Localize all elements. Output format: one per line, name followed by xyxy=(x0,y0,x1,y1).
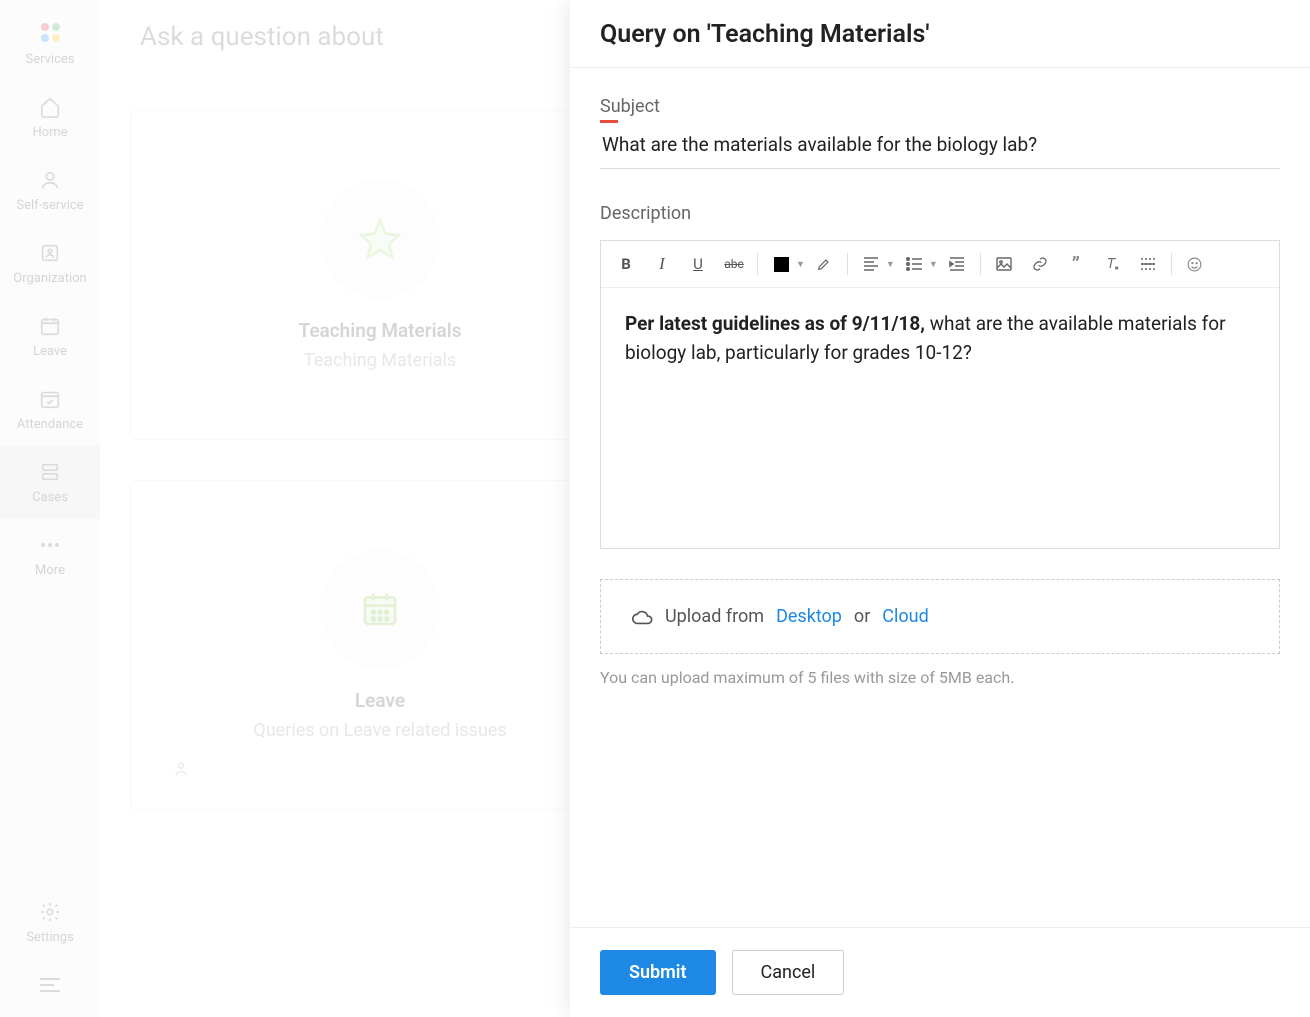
cases-icon xyxy=(38,460,62,484)
highlight-button[interactable] xyxy=(807,247,841,281)
apps-icon xyxy=(38,22,62,46)
card-title: Teaching Materials xyxy=(299,319,462,342)
gear-icon xyxy=(38,900,62,924)
user-icon xyxy=(38,168,62,192)
underline-button[interactable]: U xyxy=(681,247,715,281)
sidebar-item-label: Leave xyxy=(33,344,67,359)
dropdown-icon[interactable]: ▼ xyxy=(796,259,805,270)
upload-prefix: Upload from xyxy=(665,606,764,627)
sidebar-item-label: More xyxy=(35,563,65,578)
sidebar-item-label: Attendance xyxy=(17,417,83,432)
sidebar-item-attendance[interactable]: Attendance xyxy=(0,373,100,446)
subject-input[interactable] xyxy=(600,119,1280,169)
sidebar-item-home[interactable]: Home xyxy=(0,81,100,154)
editor-toolbar: B I U abc ▼ ▼ ▼ ” xyxy=(601,241,1279,288)
hr-button[interactable] xyxy=(1131,247,1165,281)
star-icon xyxy=(320,179,440,299)
description-bold-text: Per latest guidelines as of 9/11/18, xyxy=(625,312,925,335)
italic-button[interactable]: I xyxy=(645,247,679,281)
description-textarea[interactable]: Per latest guidelines as of 9/11/18, wha… xyxy=(601,288,1279,548)
clear-format-button[interactable] xyxy=(1095,247,1129,281)
indent-button[interactable] xyxy=(940,247,974,281)
description-label: Description xyxy=(600,203,691,224)
list-button[interactable] xyxy=(897,247,931,281)
text-color-button[interactable] xyxy=(764,247,798,281)
sidebar-item-services[interactable]: Services xyxy=(0,8,100,81)
organization-icon xyxy=(38,241,62,265)
calendar-icon xyxy=(320,549,440,669)
panel-title: Query on 'Teaching Materials' xyxy=(570,0,1310,68)
more-icon xyxy=(38,533,62,557)
cancel-button[interactable]: Cancel xyxy=(732,950,845,995)
sidebar-item-organization[interactable]: Organization xyxy=(0,227,100,300)
calendar-check-icon xyxy=(38,387,62,411)
upload-note: You can upload maximum of 5 files with s… xyxy=(600,668,1280,687)
link-button[interactable] xyxy=(1023,247,1057,281)
sidebar-item-label: Services xyxy=(26,52,75,67)
bold-button[interactable]: B xyxy=(609,247,643,281)
sidebar-item-label: Self-service xyxy=(16,198,83,213)
calendar-icon xyxy=(38,314,62,338)
panel-footer: Submit Cancel xyxy=(570,927,1310,1017)
category-card-teaching[interactable]: Teaching Materials Teaching Materials xyxy=(130,110,630,440)
sidebar-item-self-service[interactable]: Self-service xyxy=(0,154,100,227)
sidebar-item-label: Home xyxy=(33,125,68,140)
quote-button[interactable]: ” xyxy=(1059,247,1093,281)
sidebar-item-cases[interactable]: Cases xyxy=(0,446,100,519)
sidebar: Services Home Self-service Organization … xyxy=(0,0,100,1017)
card-subtitle: Queries on Leave related issues xyxy=(253,720,506,741)
subject-label: Subject xyxy=(600,96,660,117)
sidebar-item-label: Cases xyxy=(32,490,68,505)
cloud-icon xyxy=(631,608,653,626)
card-subtitle: Teaching Materials xyxy=(304,350,456,371)
image-button[interactable] xyxy=(987,247,1021,281)
sidebar-item-settings[interactable]: Settings xyxy=(0,886,100,959)
strikethrough-button[interactable]: abc xyxy=(717,247,751,281)
card-title: Leave xyxy=(355,689,405,712)
home-icon xyxy=(38,95,62,119)
sidebar-item-menu[interactable] xyxy=(0,959,100,1017)
align-button[interactable] xyxy=(854,247,888,281)
sidebar-item-more[interactable]: More xyxy=(0,519,100,592)
agent-icon xyxy=(171,759,191,779)
menu-icon xyxy=(38,973,62,997)
upload-dropzone[interactable]: Upload from Desktop or Cloud xyxy=(600,579,1280,654)
upload-cloud-link[interactable]: Cloud xyxy=(882,606,928,627)
upload-or: or xyxy=(854,606,870,627)
sidebar-item-label: Organization xyxy=(13,271,86,286)
dropdown-icon[interactable]: ▼ xyxy=(886,259,895,270)
submit-button[interactable]: Submit xyxy=(600,950,716,995)
upload-desktop-link[interactable]: Desktop xyxy=(776,606,842,627)
sidebar-item-label: Settings xyxy=(26,930,73,945)
category-card-leave[interactable]: Leave Queries on Leave related issues xyxy=(130,480,630,810)
emoji-button[interactable] xyxy=(1178,247,1212,281)
sidebar-item-leave[interactable]: Leave xyxy=(0,300,100,373)
query-panel: Query on 'Teaching Materials' Subject De… xyxy=(570,0,1310,1017)
dropdown-icon[interactable]: ▼ xyxy=(929,259,938,270)
rich-text-editor: B I U abc ▼ ▼ ▼ ” xyxy=(600,240,1280,549)
